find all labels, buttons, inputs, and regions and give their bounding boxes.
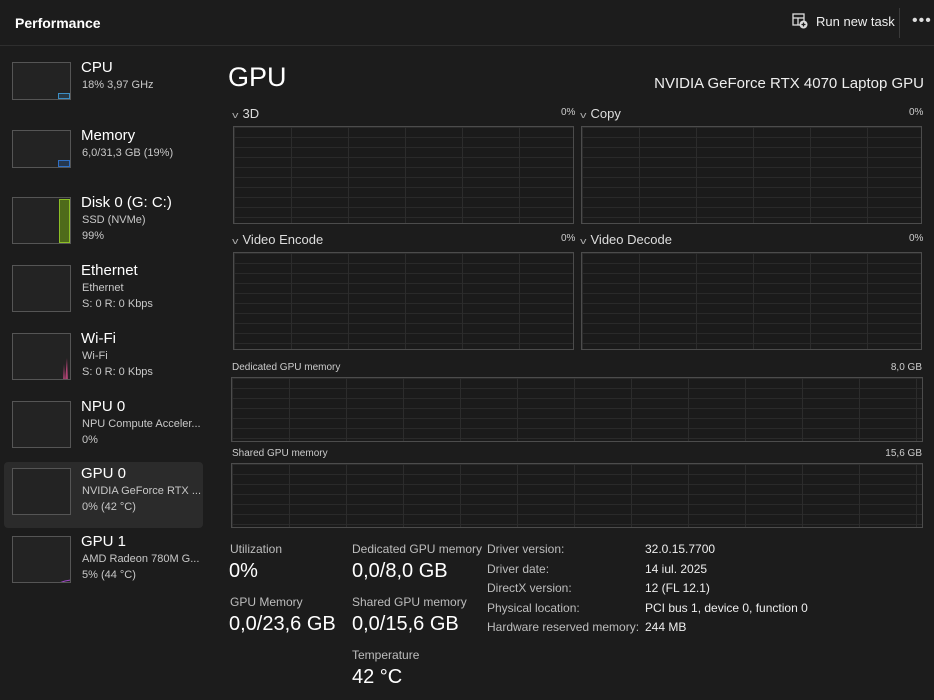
mini-graph bbox=[12, 62, 71, 100]
engine-value: 0% bbox=[561, 107, 576, 118]
engine-label: Copy bbox=[590, 106, 621, 121]
item-detail-2: S: 0 R: 0 Kbps bbox=[82, 298, 153, 311]
item-detail-2: 0% bbox=[82, 433, 98, 446]
temperature-value: 42 °C bbox=[352, 666, 403, 688]
run-new-task-button[interactable]: Run new task bbox=[792, 13, 895, 29]
item-name: CPU bbox=[81, 59, 113, 76]
graph-dedicated-memory bbox=[231, 377, 923, 442]
detail-value: 244 MB bbox=[645, 620, 687, 634]
shared-memory-max: 15,6 GB bbox=[885, 448, 922, 459]
mini-graph bbox=[12, 265, 71, 313]
item-name: Ethernet bbox=[81, 262, 138, 280]
dedicated-memory-stat-value: 0,0/8,0 GB bbox=[352, 560, 448, 582]
detail-value: PCI bus 1, device 0, function 0 bbox=[645, 600, 808, 615]
graph-shared-memory bbox=[231, 463, 923, 528]
more-options-button[interactable]: ••• bbox=[912, 12, 932, 30]
dedicated-memory-label: Dedicated GPU memory bbox=[232, 362, 341, 373]
engine-value: 0% bbox=[561, 233, 576, 244]
engine-label: Video Decode bbox=[590, 232, 672, 247]
sidebar-item-npu-0[interactable]: NPU 0 NPU Compute Acceler... 0% bbox=[4, 395, 203, 461]
run-new-task-label: Run new task bbox=[816, 13, 895, 29]
detail-label: Hardware reserved memory: bbox=[487, 620, 640, 634]
item-detail-2: 5% (44 °C) bbox=[82, 568, 136, 581]
dedicated-memory-max: 8,0 GB bbox=[890, 362, 922, 373]
detail-value: 14 iul. 2025 bbox=[645, 561, 708, 576]
item-detail: AMD Radeon 780M G... bbox=[82, 552, 200, 565]
sidebar-item-disk-0-g-c[interactable]: Disk 0 (G: C:) SSD (NVMe) 99% bbox=[4, 191, 203, 257]
temperature-label: Temperature bbox=[352, 648, 420, 662]
mini-graph bbox=[12, 332, 71, 380]
item-detail: 6,0/31,3 GB (19%) bbox=[82, 146, 174, 159]
detail-label: Driver version: bbox=[487, 542, 565, 556]
detail-value: 32.0.15.7700 bbox=[645, 542, 716, 556]
mini-graph bbox=[12, 129, 71, 168]
page-title: Performance bbox=[15, 15, 101, 31]
sidebar-item-gpu-0[interactable]: GPU 0 NVIDIA GeForce RTX ... 0% (42 °C) bbox=[4, 462, 203, 529]
item-name: Memory bbox=[81, 126, 136, 144]
chevron-down-icon: v bbox=[232, 236, 239, 246]
item-detail-2: 0% (42 °C) bbox=[82, 501, 136, 514]
chevron-down-icon: v bbox=[580, 110, 587, 120]
detail-label: DirectX version: bbox=[487, 581, 572, 595]
divider bbox=[899, 8, 900, 38]
run-task-icon bbox=[792, 13, 808, 29]
mini-graph bbox=[12, 400, 71, 448]
detail-label: Driver date: bbox=[487, 561, 550, 576]
engine-selector-video-decode[interactable]: v Video Decode bbox=[580, 232, 672, 247]
sidebar-item-cpu[interactable]: CPU 18% 3,97 GHz bbox=[4, 56, 203, 122]
engine-value: 0% bbox=[909, 233, 924, 244]
chevron-down-icon: v bbox=[232, 110, 239, 120]
sidebar-item-ethernet[interactable]: Ethernet Ethernet S: 0 R: 0 Kbps bbox=[4, 259, 203, 325]
item-name: GPU 0 bbox=[81, 465, 127, 483]
dedicated-memory-stat-label: Dedicated GPU memory bbox=[352, 542, 483, 556]
item-detail-2: 99% bbox=[82, 230, 105, 243]
shared-memory-stat-label: Shared GPU memory bbox=[352, 595, 467, 609]
item-name: Disk 0 (G: C:) bbox=[81, 194, 172, 212]
item-name: Wi-Fi bbox=[81, 329, 116, 347]
sidebar-item-wi-fi[interactable]: Wi-Fi Wi-Fi S: 0 R: 0 Kbps bbox=[4, 327, 203, 393]
detail-label: Physical location: bbox=[487, 600, 580, 615]
engine-label: 3D bbox=[242, 106, 260, 121]
utilization-label: Utilization bbox=[230, 542, 283, 556]
item-detail: Ethernet bbox=[82, 282, 124, 295]
item-detail: NPU Compute Acceler... bbox=[82, 417, 201, 430]
section-title: GPU bbox=[228, 62, 287, 92]
engine-selector-3d[interactable]: v 3D bbox=[232, 106, 260, 121]
sidebar-item-gpu-1[interactable]: GPU 1 AMD Radeon 780M G... 5% (44 °C) bbox=[4, 530, 203, 596]
item-detail: NVIDIA GeForce RTX ... bbox=[82, 485, 201, 498]
sidebar-item-memory[interactable]: Memory 6,0/31,3 GB (19%) bbox=[4, 124, 203, 190]
chevron-down-icon: v bbox=[580, 236, 587, 246]
gpu-model-name: NVIDIA GeForce RTX 4070 Laptop GPU bbox=[654, 75, 924, 92]
shared-memory-stat-value: 0,0/15,6 GB bbox=[352, 613, 459, 635]
gpu-memory-value: 0,0/23,6 GB bbox=[229, 613, 336, 635]
item-detail: Wi-Fi bbox=[82, 349, 108, 362]
shared-memory-label: Shared GPU memory bbox=[232, 448, 328, 459]
graph-video-decode bbox=[581, 252, 922, 350]
item-detail: SSD (NVMe) bbox=[82, 214, 146, 227]
engine-selector-video-encode[interactable]: v Video Encode bbox=[232, 232, 324, 247]
gpu-memory-label: GPU Memory bbox=[230, 595, 303, 609]
graph-copy bbox=[581, 126, 922, 224]
mini-graph bbox=[12, 535, 71, 583]
title-bar: Performance Run new task ••• bbox=[0, 0, 934, 46]
item-detail: 18% 3,97 GHz bbox=[82, 79, 154, 91]
graph-3d bbox=[233, 126, 574, 224]
graph-video-encode bbox=[233, 252, 574, 350]
engine-label: Video Encode bbox=[242, 232, 324, 247]
utilization-value: 0% bbox=[229, 560, 258, 582]
detail-value: 12 (FL 12.1) bbox=[645, 581, 710, 595]
engine-value: 0% bbox=[909, 107, 924, 118]
item-name: NPU 0 bbox=[81, 397, 126, 415]
item-name: GPU 1 bbox=[81, 532, 127, 550]
mini-graph bbox=[12, 468, 71, 516]
engine-selector-copy[interactable]: v Copy bbox=[580, 106, 621, 121]
item-detail-2: S: 0 R: 0 Kbps bbox=[82, 365, 153, 378]
mini-graph bbox=[12, 197, 71, 245]
